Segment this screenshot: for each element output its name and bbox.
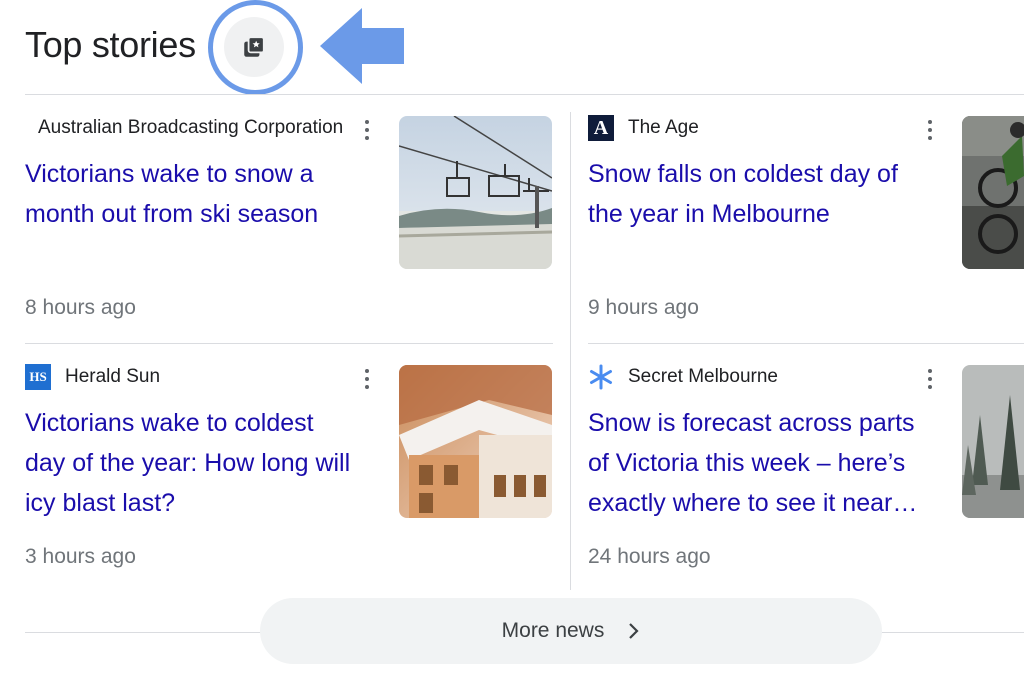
headline-line: month out from ski season	[25, 200, 319, 228]
story-thumbnail[interactable]	[962, 365, 1024, 518]
pointer-arrow-icon	[320, 8, 404, 84]
timestamp: 9 hours ago	[588, 296, 699, 319]
timestamp: 3 hours ago	[25, 545, 136, 568]
full-coverage-button[interactable]	[224, 17, 284, 77]
story-card-herald-sun[interactable]: HS Herald Sun Victorians wake to coldest…	[25, 363, 553, 583]
headline-link[interactable]: Victorians wake to snow a month out from…	[25, 154, 318, 234]
headline-line: exactly where to see it near…	[588, 489, 918, 517]
snowy-house-image	[399, 365, 552, 518]
headline-line: Snow falls on coldest day of	[588, 160, 898, 188]
timestamp: 8 hours ago	[25, 296, 136, 319]
headline-line: Victorians wake to snow a	[25, 160, 314, 188]
headline-link[interactable]: Victorians wake to coldest day of the ye…	[25, 403, 350, 523]
story-thumbnail[interactable]	[399, 365, 552, 518]
source-name: The Age	[628, 117, 699, 138]
source-name: Australian Broadcasting Corporation	[38, 117, 344, 138]
the-age-logo: A	[588, 115, 614, 141]
headline-line: Victorians wake to coldest	[25, 409, 314, 437]
headline-line: day of the year: How long will	[25, 449, 351, 477]
timestamp: 24 hours ago	[588, 545, 711, 568]
headline-link[interactable]: Snow is forecast across parts of Victori…	[588, 403, 917, 523]
ski-lift-image	[399, 116, 552, 269]
source-name: Herald Sun	[65, 366, 161, 387]
source-row: HS Herald Sun	[25, 363, 345, 391]
asterisk-icon	[590, 364, 612, 390]
divider	[588, 343, 1024, 344]
headline-line: icy blast last?	[25, 489, 176, 517]
story-thumbnail[interactable]	[962, 116, 1024, 269]
more-vert-icon[interactable]	[925, 367, 935, 391]
more-vert-icon[interactable]	[925, 118, 935, 142]
more-news-button[interactable]: More news	[260, 598, 882, 664]
more-vert-icon[interactable]	[362, 367, 372, 391]
story-thumbnail[interactable]	[399, 116, 552, 269]
source-row: Secret Melbourne	[588, 363, 908, 391]
divider	[25, 343, 553, 344]
snowy-forest-image	[962, 365, 1024, 518]
story-card-abc[interactable]: Australian Broadcasting Corporation Vict…	[25, 114, 553, 334]
headline-line: of Victoria this week – here’s	[588, 449, 906, 477]
source-row: A The Age	[588, 114, 908, 142]
herald-sun-logo: HS	[25, 364, 51, 390]
source-row: Australian Broadcasting Corporation	[38, 114, 356, 142]
headline-link[interactable]: Snow falls on coldest day of the year in…	[588, 154, 898, 234]
more-vert-icon[interactable]	[362, 118, 372, 142]
story-card-the-age[interactable]: A The Age Snow falls on coldest day of t…	[588, 114, 1024, 334]
source-name: Secret Melbourne	[628, 366, 778, 387]
headline-line: Snow is forecast across parts	[588, 409, 915, 437]
section-title: Top stories	[25, 24, 196, 65]
more-news-label: More news	[501, 619, 605, 642]
section-header: Top stories	[25, 20, 196, 70]
column-divider	[570, 112, 571, 590]
story-card-secret-melbourne[interactable]: Secret Melbourne Snow is forecast across…	[588, 363, 1024, 583]
cyclist-image	[962, 116, 1024, 269]
divider	[25, 94, 1024, 95]
chevron-right-icon	[629, 623, 639, 639]
headline-line: the year in Melbourne	[588, 200, 830, 228]
stacked-news-star-icon	[244, 36, 265, 57]
